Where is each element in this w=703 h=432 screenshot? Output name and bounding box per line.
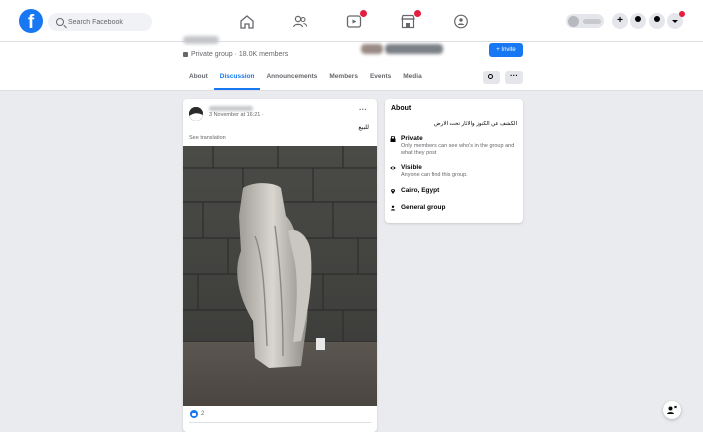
about-visible-row: Visible Anyone can find this group. bbox=[390, 164, 519, 179]
search-box[interactable] bbox=[48, 13, 152, 31]
lock-icon bbox=[183, 52, 188, 57]
tab-discussion[interactable]: Discussion bbox=[213, 68, 261, 90]
new-message-icon bbox=[667, 405, 677, 414]
account-menu-chevron-icon[interactable] bbox=[667, 11, 685, 29]
home-icon[interactable] bbox=[239, 14, 255, 29]
location-pin-icon bbox=[391, 189, 395, 194]
about-type-row: General group bbox=[390, 204, 445, 211]
tab-media[interactable]: Media bbox=[397, 68, 427, 90]
avatar bbox=[568, 15, 579, 27]
visible-description: Anyone can find this group. bbox=[401, 172, 468, 178]
group-more-button[interactable]: ··· bbox=[505, 71, 523, 84]
group-search-button[interactable] bbox=[483, 71, 500, 84]
post-text: للبيع bbox=[358, 125, 369, 131]
new-message-button[interactable] bbox=[663, 401, 681, 419]
like-reaction-icon bbox=[190, 410, 198, 418]
divider bbox=[189, 422, 371, 423]
top-navigation-bar: f + bbox=[0, 0, 703, 42]
notifications-bell-icon[interactable] bbox=[649, 13, 665, 29]
about-private-row: Private Only members can see who's in th… bbox=[390, 135, 519, 157]
create-plus-icon[interactable]: + bbox=[612, 13, 628, 29]
watch-notification-badge bbox=[359, 9, 368, 18]
reaction-count: 2 bbox=[201, 411, 205, 417]
group-privacy-text: Private group · 18.0K members bbox=[191, 51, 289, 58]
group-privacy-info: Private group · 18.0K members bbox=[183, 51, 288, 58]
post-timestamp[interactable]: 3 November at 16:21 · bbox=[209, 112, 264, 118]
tab-members[interactable]: Members bbox=[323, 68, 364, 90]
groups-icon[interactable] bbox=[453, 14, 469, 29]
profile-name-blurred bbox=[583, 18, 601, 24]
post-photo-statue[interactable] bbox=[183, 146, 377, 406]
group-type-icon bbox=[390, 205, 396, 211]
avatar[interactable] bbox=[189, 107, 203, 121]
post-reactions[interactable]: 2 bbox=[190, 410, 204, 418]
about-title: About bbox=[391, 105, 412, 112]
search-icon bbox=[488, 74, 493, 79]
tab-events[interactable]: Events bbox=[364, 68, 397, 90]
about-location-row: Cairo, Egypt bbox=[390, 187, 439, 194]
post-options-button[interactable]: ··· bbox=[359, 105, 367, 114]
private-description: Only members can see who's in the group … bbox=[401, 143, 515, 156]
post-card: 3 November at 16:21 · ··· للبيع See tran… bbox=[183, 99, 377, 432]
visible-title: Visible bbox=[401, 164, 422, 171]
account-notification-dot bbox=[679, 11, 685, 17]
invite-button[interactable]: + Invite bbox=[489, 43, 523, 57]
group-name-blurred bbox=[183, 36, 219, 44]
group-tabs: About Discussion Announcements Members E… bbox=[183, 68, 428, 90]
lock-icon bbox=[390, 136, 396, 142]
facebook-logo-icon[interactable]: f bbox=[19, 9, 43, 33]
tab-announcements[interactable]: Announcements bbox=[260, 68, 323, 90]
about-description: الكشف عن الكنوز والاثار تحت الارض bbox=[434, 121, 517, 127]
post-author-blurred[interactable] bbox=[209, 106, 253, 111]
see-translation-link[interactable]: See translation bbox=[189, 135, 226, 141]
marketplace-icon[interactable] bbox=[400, 9, 422, 29]
private-title: Private bbox=[401, 135, 423, 142]
profile-shortcut[interactable] bbox=[566, 14, 604, 28]
about-card: About الكشف عن الكنوز والاثار تحت الارض … bbox=[385, 99, 523, 223]
friends-icon[interactable] bbox=[292, 14, 308, 29]
search-icon bbox=[56, 18, 64, 26]
search-input[interactable] bbox=[68, 18, 148, 26]
group-type: General group bbox=[401, 204, 446, 211]
marketplace-notification-badge bbox=[413, 9, 422, 18]
tab-about[interactable]: About bbox=[183, 68, 214, 90]
member-avatars-blurred[interactable] bbox=[361, 44, 443, 54]
eye-icon bbox=[390, 166, 396, 170]
messenger-icon[interactable] bbox=[630, 13, 646, 29]
group-location[interactable]: Cairo, Egypt bbox=[401, 187, 439, 194]
watch-icon[interactable] bbox=[346, 9, 368, 29]
